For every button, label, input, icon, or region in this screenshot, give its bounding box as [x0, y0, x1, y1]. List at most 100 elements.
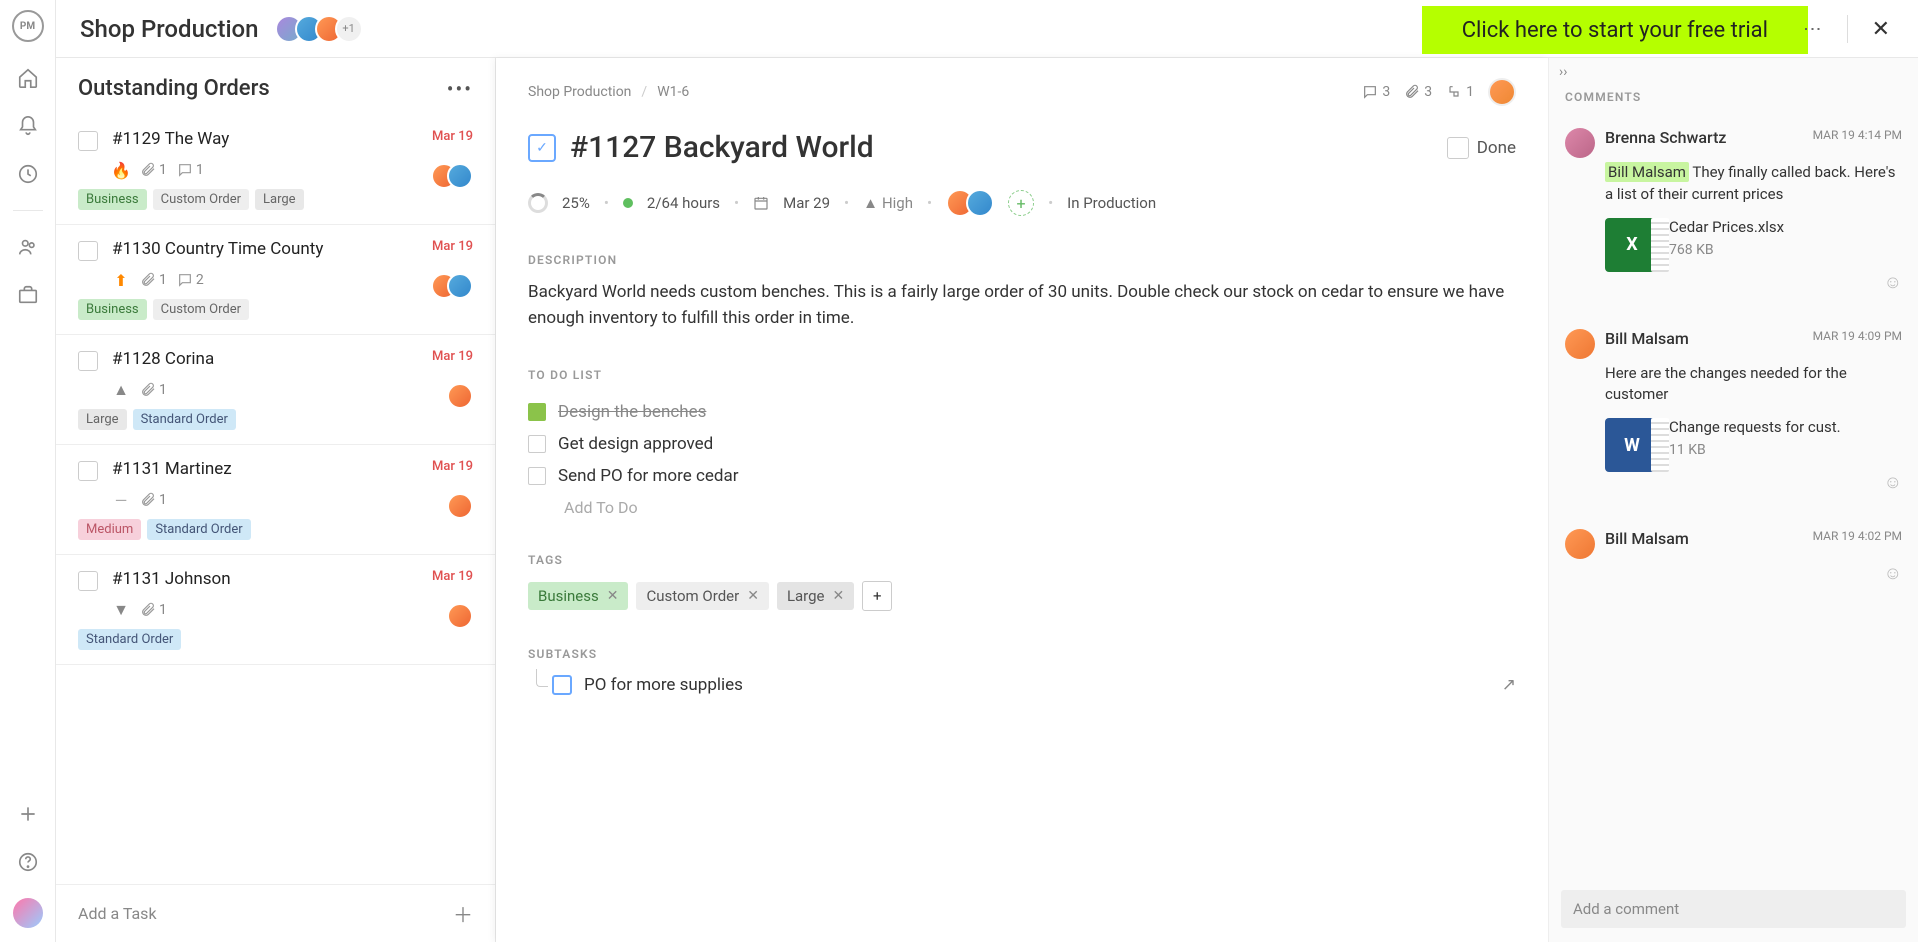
task-card[interactable]: #1131 Johnson Mar 19 ▼ 1 Standard Order	[56, 555, 495, 665]
card-checkbox[interactable]	[78, 351, 98, 371]
portfolio-icon[interactable]	[16, 283, 40, 307]
done-checkbox[interactable]	[1447, 137, 1469, 159]
help-icon[interactable]	[16, 850, 40, 874]
card-avatars[interactable]	[457, 493, 473, 519]
task-card[interactable]: #1131 Martinez Mar 19 ― 1 MediumStandard…	[56, 445, 495, 555]
comment-author[interactable]: Bill Malsam	[1605, 329, 1689, 348]
todo-checkbox[interactable]	[528, 435, 546, 453]
collapse-comments-icon[interactable]: ››	[1549, 58, 1918, 86]
add-task-plus-icon[interactable]: ＋	[453, 899, 473, 928]
assignee-avatars[interactable]	[946, 189, 994, 217]
comment-attachment[interactable]: X Cedar Prices.xlsx 768 KB	[1605, 218, 1902, 272]
todo-item[interactable]: Send PO for more cedar	[528, 460, 1516, 492]
tag-chip[interactable]: Business✕	[528, 582, 628, 610]
breadcrumb[interactable]: Shop Production / W1-6	[528, 84, 689, 100]
comment-author[interactable]: Brenna Schwartz	[1605, 128, 1726, 147]
comments-count[interactable]: 3	[1362, 84, 1390, 100]
recent-icon[interactable]	[16, 162, 40, 186]
card-title[interactable]: #1129 The Way	[112, 129, 432, 149]
card-checkbox[interactable]	[78, 131, 98, 151]
card-tag[interactable]: Standard Order	[133, 409, 236, 430]
column-more-icon[interactable]: •••	[447, 77, 473, 101]
user-avatar[interactable]	[13, 898, 43, 928]
notifications-icon[interactable]	[16, 114, 40, 138]
card-tag[interactable]: Large	[78, 409, 127, 430]
card-assignee-avatar[interactable]	[447, 383, 473, 409]
assignee-avatar[interactable]	[966, 189, 994, 217]
todo-checkbox[interactable]	[528, 403, 546, 421]
tag-chip[interactable]: Custom Order✕	[636, 582, 768, 610]
card-tag[interactable]: Medium	[78, 519, 141, 540]
task-title[interactable]: #1127 Backyard World	[570, 130, 1433, 165]
card-title[interactable]: #1131 Martinez	[112, 459, 432, 479]
card-attachment-count[interactable]: 1	[140, 162, 167, 178]
card-tag[interactable]: Business	[78, 189, 147, 210]
comment-avatar[interactable]	[1565, 529, 1595, 559]
card-checkbox[interactable]	[78, 241, 98, 261]
status-label[interactable]: In Production	[1067, 194, 1156, 212]
card-attachment-count[interactable]: 1	[140, 602, 167, 618]
comment-avatar[interactable]	[1565, 128, 1595, 158]
card-avatars[interactable]	[457, 603, 473, 629]
add-todo-input[interactable]: Add To Do	[564, 498, 1516, 517]
card-assignee-avatar[interactable]	[447, 163, 473, 189]
comment-avatar[interactable]	[1565, 329, 1595, 359]
task-owner-avatar[interactable]	[1488, 78, 1516, 106]
card-list[interactable]: #1129 The Way Mar 19 🔥 1 1 BusinessCusto…	[56, 115, 495, 884]
react-icon[interactable]: ☺	[1565, 563, 1902, 584]
card-tag[interactable]: Custom Order	[153, 299, 249, 320]
attachments-count[interactable]: 3	[1404, 84, 1432, 100]
tag-remove-icon[interactable]: ✕	[747, 588, 759, 604]
add-comment-input[interactable]: Add a comment	[1561, 890, 1906, 928]
subtasks-count[interactable]: 1	[1446, 84, 1474, 100]
add-task-row[interactable]: Add a Task ＋	[56, 884, 495, 942]
file-name[interactable]: Cedar Prices.xlsx	[1669, 218, 1784, 236]
open-subtask-icon[interactable]: ↗	[1502, 675, 1516, 695]
comment-attachment[interactable]: W Change requests for cust. 11 KB	[1605, 418, 1902, 472]
todo-item[interactable]: Get design approved	[528, 428, 1516, 460]
due-date[interactable]: Mar 29	[783, 194, 830, 212]
tag-chip[interactable]: Large✕	[777, 582, 854, 610]
card-avatars[interactable]	[441, 273, 473, 299]
task-card[interactable]: #1130 Country Time County Mar 19 ⬆ 1 2 B…	[56, 225, 495, 335]
card-tag[interactable]: Large	[255, 189, 304, 210]
card-tag[interactable]: Business	[78, 299, 147, 320]
card-title[interactable]: #1131 Johnson	[112, 569, 432, 589]
card-attachment-count[interactable]: 1	[140, 492, 167, 508]
react-icon[interactable]: ☺	[1565, 472, 1902, 493]
task-card[interactable]: #1129 The Way Mar 19 🔥 1 1 BusinessCusto…	[56, 115, 495, 225]
progress-percent[interactable]: 25%	[562, 194, 590, 212]
add-icon[interactable]	[16, 802, 40, 826]
card-tag[interactable]: Standard Order	[78, 629, 181, 650]
add-assignee-button[interactable]: +	[1008, 190, 1034, 216]
description-text[interactable]: Backyard World needs custom benches. Thi…	[528, 279, 1516, 332]
card-comment-count[interactable]: 2	[177, 272, 204, 288]
card-assignee-avatar[interactable]	[447, 273, 473, 299]
trial-banner[interactable]: Click here to start your free trial	[1422, 6, 1808, 54]
card-title[interactable]: #1128 Corina	[112, 349, 432, 369]
card-comment-count[interactable]: 1	[177, 162, 204, 178]
close-icon[interactable]: ✕	[1872, 17, 1890, 42]
card-avatars[interactable]	[441, 163, 473, 189]
hours-label[interactable]: 2/64 hours	[647, 194, 720, 212]
team-icon[interactable]	[16, 235, 40, 259]
tag-remove-icon[interactable]: ✕	[607, 588, 619, 604]
card-tag[interactable]: Custom Order	[153, 189, 249, 210]
card-attachment-count[interactable]: 1	[140, 382, 167, 398]
react-icon[interactable]: ☺	[1565, 272, 1902, 293]
mention-chip[interactable]: Bill Malsam	[1605, 162, 1689, 182]
tag-remove-icon[interactable]: ✕	[833, 588, 845, 604]
card-tag[interactable]: Standard Order	[147, 519, 250, 540]
card-checkbox[interactable]	[78, 461, 98, 481]
card-assignee-avatar[interactable]	[447, 603, 473, 629]
card-attachment-count[interactable]: 1	[140, 272, 167, 288]
done-toggle[interactable]: Done	[1447, 137, 1516, 159]
crumb-project[interactable]: Shop Production	[528, 84, 631, 100]
add-tag-button[interactable]: +	[862, 581, 892, 611]
crumb-task-id[interactable]: W1-6	[657, 84, 689, 100]
todo-checkbox[interactable]	[528, 467, 546, 485]
subtask-row[interactable]: PO for more supplies ↗	[528, 675, 1516, 695]
card-title[interactable]: #1130 Country Time County	[112, 239, 432, 259]
file-name[interactable]: Change requests for cust.	[1669, 418, 1841, 436]
progress-icon[interactable]	[528, 193, 548, 213]
